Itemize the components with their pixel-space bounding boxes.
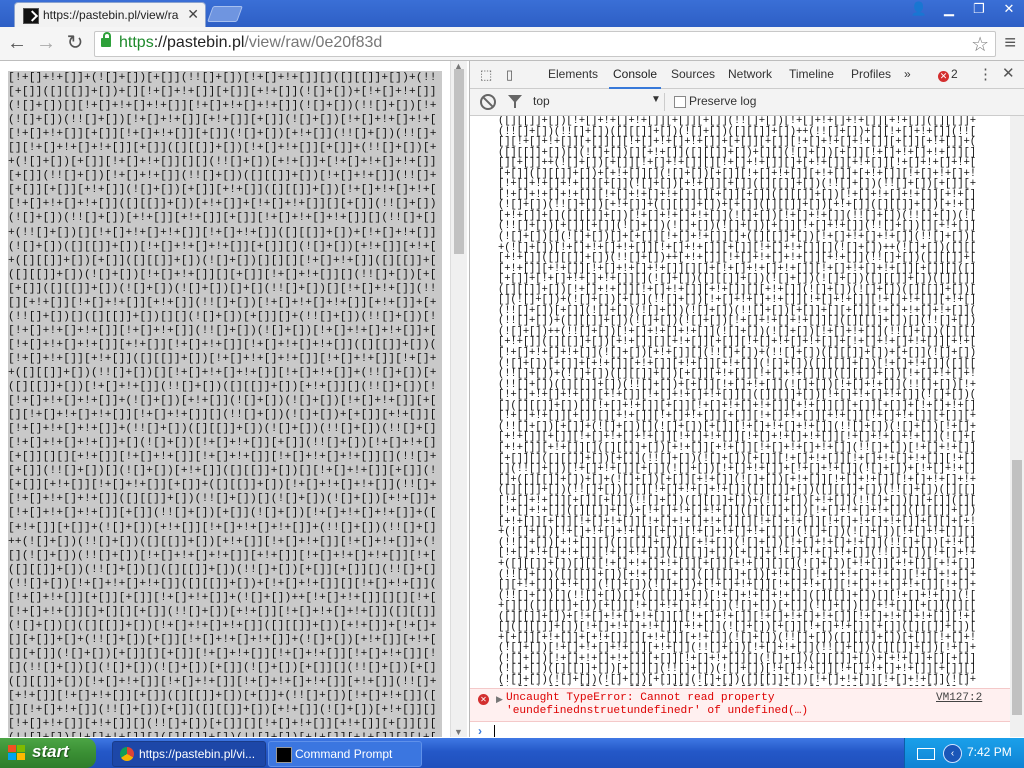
console-output: ([][[]]+[])[!+[]+!+[]+!+[]][+[]][+[]](!!… [470,116,1010,737]
chrome-menu-icon[interactable]: ≡ [1004,32,1016,55]
taskbar-item-label: Command Prompt [295,747,393,761]
devtools-panel: ⬚ ▯ Elements Console Sources Network Tim… [469,61,1024,737]
address-bar[interactable]: https://pastebin.pl/view/raw/0e20f83d ☆ [94,31,996,57]
tab-profiles[interactable]: Profiles [851,67,891,81]
error-count-badge[interactable]: ✕ 2 [938,67,958,82]
error-source-link[interactable]: VM127:2 [936,692,982,704]
device-mode-icon[interactable]: ▯ [506,67,522,82]
forward-button[interactable]: → [35,32,57,54]
tab-console[interactable]: Console [608,67,662,89]
console-prompt-icon: › [478,724,482,737]
console-toolbar: top ▼ Preserve log [470,89,1024,116]
console-input[interactable] [494,725,495,737]
restore-button[interactable]: ❐ [964,0,994,20]
taskbar-item-label: https://pastebin.pl/vi... [139,747,256,761]
clear-console-icon[interactable] [480,94,496,110]
more-tabs-button[interactable]: » [904,67,911,81]
inspect-element-icon[interactable]: ⬚ [480,67,496,82]
context-dropdown-icon[interactable]: ▼ [651,94,661,105]
window-controls: 👤 ▁ ❐ ✕ [904,0,1024,20]
tab-elements[interactable]: Elements [548,67,598,81]
page-scroll-thumb[interactable] [454,69,464,254]
devtools-tabbar: ⬚ ▯ Elements Console Sources Network Tim… [470,61,1024,89]
browser-tab[interactable]: https://pastebin.pl/view/ra ✕ [14,2,206,28]
bookmark-star-icon[interactable]: ☆ [971,32,989,57]
clock: 7:42 PM [967,745,1012,759]
cmd-icon [276,747,292,763]
preserve-log-label: Preserve log [689,94,757,108]
tab-sources[interactable]: Sources [671,67,715,81]
page-scrollbar[interactable]: ▲ ▼ [450,61,467,737]
tab-close-icon[interactable]: ✕ [187,6,199,23]
raw-paste-text[interactable]: [!+[]+!+[]]+(![]+[])[+[]](!![]+[])[!+[]+… [8,71,442,737]
secure-lock-icon [101,32,111,47]
chrome-icon [120,747,134,761]
error-count: 2 [951,67,958,81]
close-window-button[interactable]: ✕ [994,0,1024,20]
windows-flag-icon [8,745,26,761]
browser-toolbar: ← → ↻ https://pastebin.pl/view/raw/0e20f… [0,27,1024,61]
start-label: start [32,742,69,761]
console-scroll-thumb[interactable] [1012,460,1022,715]
keyboard-icon[interactable] [917,748,935,760]
filter-icon[interactable] [508,95,522,108]
preserve-log-checkbox[interactable] [674,96,686,108]
expand-triangle-icon[interactable]: ▶ [496,694,503,705]
error-text: Uncaught TypeError: Cannot read property… [506,692,809,717]
error-icon: ✕ [478,694,489,705]
tab-network[interactable]: Network [728,67,772,81]
terminal-favicon-icon [23,8,39,24]
console-error-message: ✕ ▶ Uncaught TypeError: Cannot read prop… [470,688,1010,722]
minimize-button[interactable]: ▁ [934,0,964,20]
scroll-down-arrow-icon[interactable]: ▼ [454,727,463,737]
tray-arrow-icon[interactable]: ‹ [943,744,962,763]
context-selector[interactable]: top [533,94,550,108]
system-tray: ‹ 7:42 PM [904,738,1024,768]
page-content: [!+[]+!+[]]+(![]+[])[+[]](!![]+[])[!+[]+… [0,61,468,737]
url-text: https://pastebin.pl/view/raw/0e20f83d [119,34,382,52]
console-scrollbar[interactable] [1010,116,1024,737]
url-scheme: https [119,34,154,51]
tab-timeline[interactable]: Timeline [789,67,834,81]
error-circle-icon: ✕ [938,71,949,82]
toolbar-divider [664,93,665,111]
new-tab-button[interactable] [207,6,243,22]
taskbar-item-chrome[interactable]: https://pastebin.pl/vi... [112,741,266,767]
back-button[interactable]: ← [6,32,28,54]
devtools-close-icon[interactable]: ✕ [1002,64,1015,82]
url-host: ://pastebin.pl [153,34,245,51]
url-path: /view/raw/0e20f83d [244,34,383,51]
tab-title: https://pastebin.pl/view/ra [43,8,179,22]
user-profile-icon[interactable]: 👤 [904,0,934,20]
devtools-menu-icon[interactable]: ⋮ [978,65,993,83]
start-button[interactable]: start [0,738,96,768]
console-code-echo: ([][[]]+[])[!+[]+!+[]+!+[]][+[]][+[]](!!… [498,116,976,686]
tab-strip: https://pastebin.pl/view/ra ✕ 👤 ▁ ❐ ✕ [0,0,1024,28]
reload-button[interactable]: ↻ [64,32,86,54]
windows-taskbar: start https://pastebin.pl/vi... Command … [0,738,1024,768]
taskbar-item-cmd[interactable]: Command Prompt [268,741,422,767]
